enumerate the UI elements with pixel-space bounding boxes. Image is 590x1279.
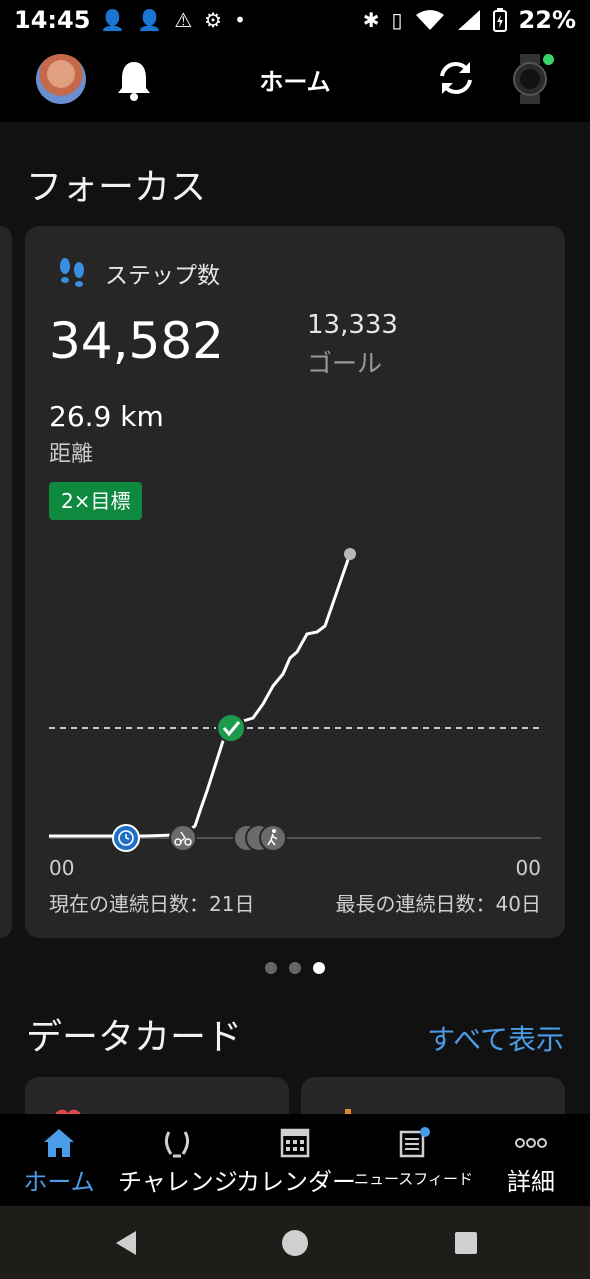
bluetooth-icon: ✱ [362,8,380,32]
current-streak: 現在の連続日数：21日 [49,892,255,916]
focus-section-title: フォーカス [26,167,207,208]
tab-calendar[interactable]: カレンダー [236,1114,356,1206]
system-navigation-bar [0,1206,590,1279]
vibrate-icon: ▯ [391,8,403,32]
system-icons: ✱ ▯ 22% [363,6,576,34]
tab-label: ニュースフィード [354,1170,473,1188]
steps-value: 34,582 [49,312,224,370]
tab-label: チャレンジ [118,1168,238,1196]
page-title: ホーム [259,68,331,96]
data-card-icon [345,1109,351,1114]
recents-icon[interactable] [454,1231,478,1255]
status-time: 14:45 [14,6,91,34]
steps-progress-chart [49,548,541,852]
person-add-icon: 👤 [137,8,163,32]
walking-icon [259,824,287,852]
calendar-icon [280,1128,310,1158]
signal-icon [457,10,480,30]
axis-start-label: 00 [49,856,75,880]
see-all-link[interactable]: すべて表示 [427,1018,564,1058]
data-card[interactable] [25,1077,289,1114]
pager-dot[interactable] [265,962,277,974]
device-watch-icon[interactable] [510,54,554,104]
footsteps-icon [60,258,84,287]
heart-icon [55,1109,81,1114]
card-header: ステップ数 [55,256,220,290]
main-content: フォーカス ステップ数 34,582 13,333 ゴール 26.9 km 距離… [0,122,590,1114]
newsfeed-icon [399,1127,430,1158]
goal-multiple-badge: 2×目標 [49,482,143,520]
pager-dot-active[interactable] [313,962,325,974]
distance-value: 26.9 km [49,400,164,433]
goal-reached-check-icon [216,713,246,743]
battery-percent: 22% [518,6,576,34]
bottom-tab-bar: ホーム チャレンジ カレンダー ニュースフィード 詳細 [0,1114,590,1206]
status-bar: 14:45 👤 👤 ⚠ ⚙ • ✱ ▯ 22% [0,0,590,40]
data-cards-title: データカード [26,1017,243,1058]
goal-label: ゴール [307,349,383,378]
tab-label: カレンダー [236,1168,356,1196]
gears-icon: ⚙ [204,8,223,32]
card-title: ステップ数 [105,263,220,289]
tab-label: ホーム [23,1168,95,1196]
tab-challenges[interactable]: チャレンジ [118,1114,238,1206]
battery-charging-icon [492,8,507,32]
app-bar: ホーム [0,40,590,122]
steps-card[interactable]: ステップ数 34,582 13,333 ゴール 26.9 km 距離 2×目標 [25,226,565,938]
person-add-icon: 👤 [100,8,126,32]
cycling-icon [169,824,197,852]
notification-icons: 👤 👤 ⚠ ⚙ • [100,8,245,32]
current-point-marker [344,548,356,560]
tab-more[interactable]: 詳細 [472,1114,590,1206]
back-icon[interactable] [112,1228,142,1258]
pager-dot[interactable] [289,962,301,974]
dot-icon: • [234,8,246,32]
laurel-icon [164,1131,190,1158]
goal-value: 13,333 [307,310,398,340]
alert-icon: ⚠ [174,8,193,32]
tab-label: 詳細 [507,1168,555,1196]
more-icon [515,1138,547,1148]
wifi-icon [415,10,444,30]
previous-card-edge[interactable] [0,226,12,938]
home-circle-icon[interactable] [281,1229,309,1257]
axis-end-label: 00 [515,856,541,880]
distance-label: 距離 [49,442,94,467]
connected-status-dot [543,54,554,65]
steps-progress-line [49,553,352,838]
data-card[interactable] [301,1077,565,1114]
longest-streak: 最長の連続日数：40日 [335,892,541,916]
home-icon [44,1129,74,1157]
card-pager [0,962,590,974]
tab-newsfeed[interactable]: ニュースフィード [354,1114,473,1206]
timer-icon [112,824,140,852]
tab-home[interactable]: ホーム [0,1114,118,1206]
sync-icon[interactable] [434,56,478,100]
